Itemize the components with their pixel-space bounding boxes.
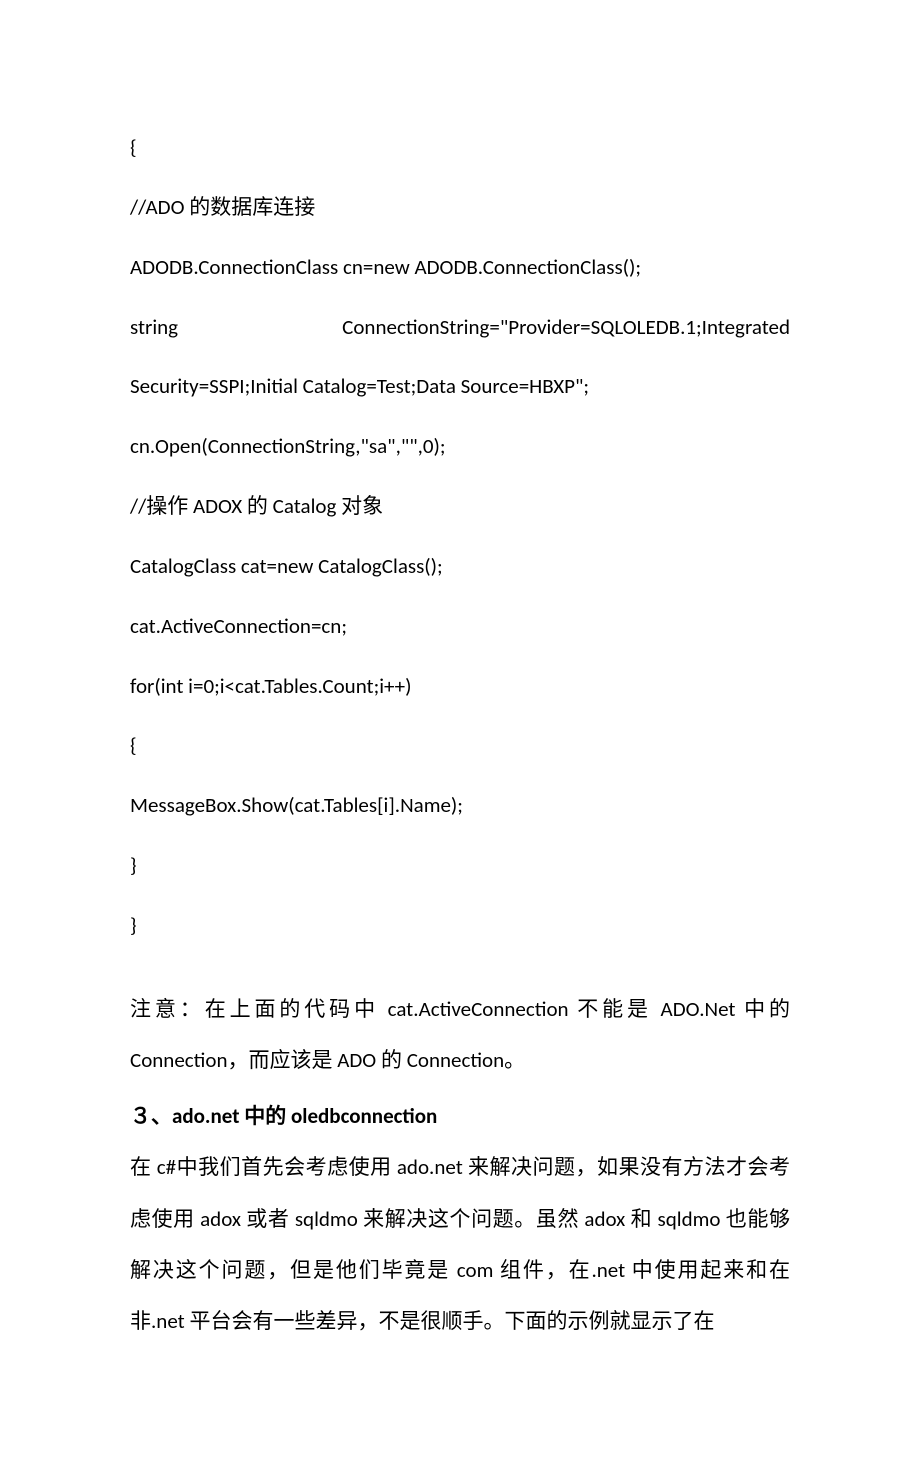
code-line-open-brace: {	[130, 118, 790, 178]
code-line-comment-adox: //操作 ADOX 的 Catalog 对象	[130, 477, 790, 537]
code-line-loop-open-brace: {	[130, 716, 790, 776]
code-line-connection-string-1: string ConnectionString="Provider=SQLOLE…	[130, 298, 790, 358]
code-line-messagebox: MessageBox.Show(cat.Tables[i].Name);	[130, 776, 790, 836]
body-paragraph: 在 c#中我们首先会考虑使用 ado.net 来解决问题，如果没有方法才会考虑使…	[130, 1142, 790, 1348]
document-page: { //ADO 的数据库连接 ADODB.ConnectionClass cn=…	[0, 0, 920, 1458]
code-token-string-keyword: string	[130, 298, 178, 358]
code-line-catalog-class: CatalogClass cat=new CatalogClass();	[130, 537, 790, 597]
code-line-for-loop: for(int i=0;i<cat.Tables.Count;i++)	[130, 657, 790, 717]
code-line-connection-string-2: Security=SSPI;Initial Catalog=Test;Data …	[130, 357, 790, 417]
note-paragraph: 注意：在上面的代码中 cat.ActiveConnection 不能是 ADO.…	[130, 984, 790, 1087]
code-line-connection-class: ADODB.ConnectionClass cn=new ADODB.Conne…	[130, 238, 790, 298]
section-heading: ３、ado.net 中的 oledbconnection	[130, 1091, 790, 1142]
code-line-cn-open: cn.Open(ConnectionString,"sa","",0);	[130, 417, 790, 477]
code-line-close-brace: }	[130, 896, 790, 956]
code-token-connstring-part: ConnectionString="Provider=SQLOLEDB.1;In…	[342, 298, 790, 358]
code-line-comment-ado: //ADO 的数据库连接	[130, 178, 790, 238]
code-line-loop-close-brace: }	[130, 836, 790, 896]
code-line-active-connection: cat.ActiveConnection=cn;	[130, 597, 790, 657]
